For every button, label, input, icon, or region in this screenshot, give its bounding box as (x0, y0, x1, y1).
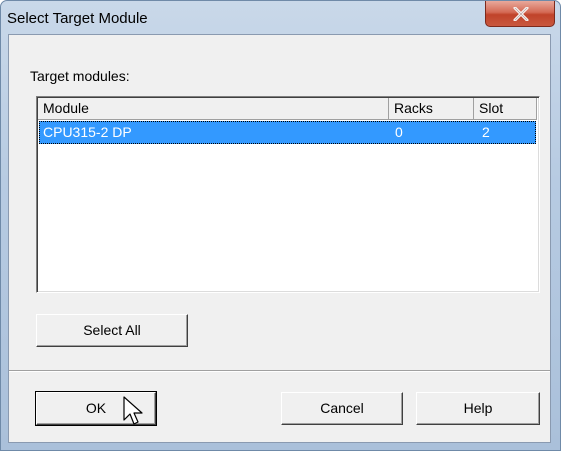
select-all-label: Select All (83, 322, 141, 338)
help-button[interactable]: Help (416, 392, 540, 425)
cell-racks: 0 (395, 124, 403, 140)
mouse-pointer-icon (123, 396, 143, 425)
ok-label: OK (85, 400, 107, 416)
separator (9, 370, 550, 372)
help-label: Help (463, 400, 493, 416)
title-bar[interactable]: Select Target Module (1, 1, 560, 35)
select-all-button[interactable]: Select All (36, 314, 188, 347)
window-title: Select Target Module (7, 10, 148, 27)
column-header-racks[interactable]: Racks (389, 98, 474, 120)
cell-slot: 2 (482, 124, 490, 140)
cell-module: CPU315-2 DP (43, 124, 132, 140)
column-header-slot[interactable]: Slot (474, 98, 537, 120)
cancel-button[interactable]: Cancel (281, 392, 403, 425)
close-icon (513, 7, 529, 21)
column-header-module[interactable]: Module (38, 98, 389, 120)
close-button[interactable] (485, 1, 555, 27)
cancel-label: Cancel (320, 400, 364, 416)
target-modules-list[interactable]: Module Racks Slot CPU315-2 DP 0 2 (36, 96, 540, 293)
table-row[interactable]: CPU315-2 DP 0 2 (39, 121, 536, 144)
target-modules-label: Target modules: (30, 68, 130, 84)
